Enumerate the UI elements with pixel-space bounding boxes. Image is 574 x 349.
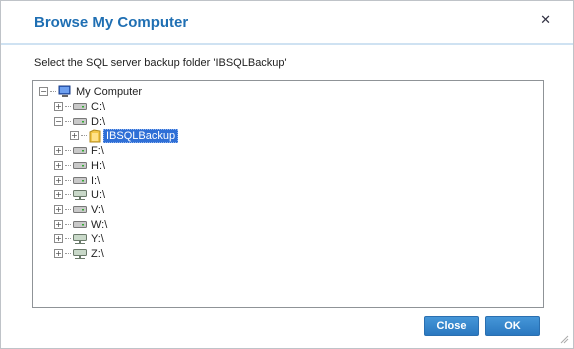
- network-drive-icon: [73, 233, 87, 244]
- tree-node-drive-h[interactable]: + H:\: [54, 158, 105, 173]
- folder-tree[interactable]: − My Computer + C:\ − D:\ + IBSQLBackup …: [32, 80, 544, 308]
- expand-icon[interactable]: +: [54, 220, 63, 229]
- tree-node-drive-y[interactable]: + Y:\: [54, 231, 104, 246]
- tree-label-drive: W:\: [91, 218, 108, 231]
- browse-dialog: Browse My Computer ✕ Select the SQL serv…: [0, 0, 574, 349]
- expand-icon[interactable]: +: [54, 176, 63, 185]
- tree-label-drive: V:\: [91, 203, 105, 216]
- tree-label-drive: U:\: [91, 188, 106, 201]
- expand-icon[interactable]: +: [54, 161, 63, 170]
- tree-label-drive: Z:\: [91, 247, 104, 260]
- tree-node-ibsqlbackup[interactable]: + IBSQLBackup: [70, 128, 179, 143]
- drive-icon: [73, 118, 87, 125]
- tree-node-drive-i[interactable]: + I:\: [54, 173, 100, 188]
- tree-node-drive-d[interactable]: − D:\: [54, 114, 105, 129]
- tree-label-drive: I:\: [91, 174, 101, 187]
- expand-icon[interactable]: +: [54, 205, 63, 214]
- computer-icon: [58, 85, 71, 97]
- dialog-title: Browse My Computer: [34, 14, 189, 31]
- tree-label-selected-folder: IBSQLBackup: [103, 128, 179, 143]
- expand-icon[interactable]: +: [54, 190, 63, 199]
- tree-node-drive-f[interactable]: + F:\: [54, 143, 104, 158]
- close-button[interactable]: Close: [424, 316, 479, 336]
- tree-node-drive-u[interactable]: + U:\: [54, 187, 105, 202]
- expand-icon[interactable]: +: [54, 102, 63, 111]
- resize-grip-icon[interactable]: [559, 334, 569, 344]
- tree-label-drive: C:\: [91, 100, 106, 113]
- folder-icon: [89, 128, 101, 142]
- drive-icon: [73, 177, 87, 184]
- expand-icon[interactable]: +: [54, 234, 63, 243]
- network-drive-icon: [73, 248, 87, 259]
- drive-icon: [73, 147, 87, 154]
- close-icon[interactable]: ✕: [540, 12, 551, 28]
- tree-label-drive: Y:\: [91, 232, 104, 245]
- instruction-text: Select the SQL server backup folder 'IBS…: [34, 57, 287, 69]
- drive-icon: [73, 103, 87, 110]
- tree-node-drive-w[interactable]: + W:\: [54, 217, 107, 232]
- tree-node-drive-z[interactable]: + Z:\: [54, 246, 104, 261]
- header-divider: [1, 43, 573, 45]
- network-drive-icon: [73, 189, 87, 200]
- tree-node-drive-c[interactable]: + C:\: [54, 99, 105, 114]
- collapse-icon[interactable]: −: [39, 87, 48, 96]
- tree-label-my-computer: My Computer: [76, 85, 143, 98]
- tree-node-my-computer[interactable]: − My Computer: [39, 84, 142, 99]
- expand-icon[interactable]: +: [54, 249, 63, 258]
- drive-icon: [73, 206, 87, 213]
- tree-node-drive-v[interactable]: + V:\: [54, 202, 104, 217]
- expand-icon[interactable]: +: [54, 146, 63, 155]
- tree-label-drive: H:\: [91, 159, 106, 172]
- tree-label-drive: F:\: [91, 144, 104, 157]
- ok-button[interactable]: OK: [485, 316, 540, 336]
- drive-icon: [73, 162, 87, 169]
- expand-icon[interactable]: +: [70, 131, 79, 140]
- collapse-icon[interactable]: −: [54, 117, 63, 126]
- tree-label-drive: D:\: [91, 115, 106, 128]
- dialog-header: Browse My Computer ✕: [1, 1, 573, 43]
- drive-icon: [73, 221, 87, 228]
